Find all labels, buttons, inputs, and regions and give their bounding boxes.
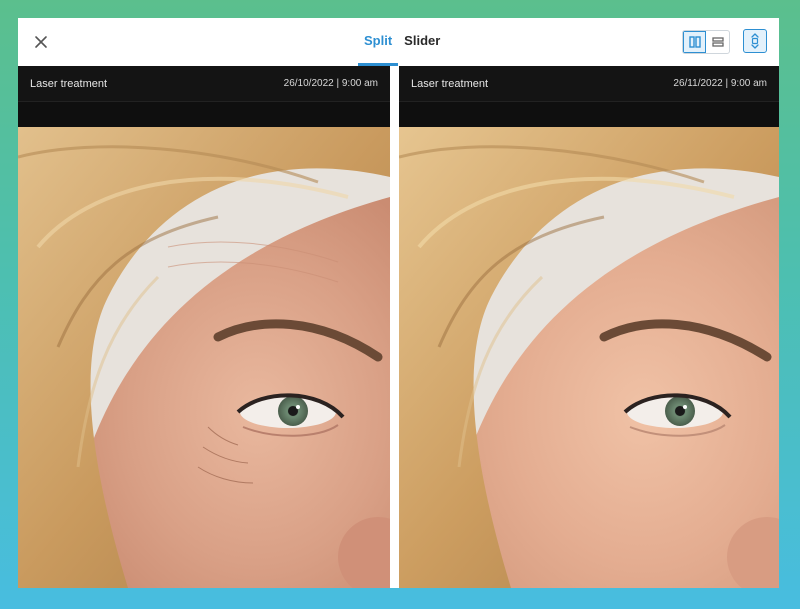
after-photo[interactable]: [399, 127, 779, 588]
close-button[interactable]: [30, 31, 52, 53]
tab-slider[interactable]: Slider: [398, 18, 446, 66]
tab-split[interactable]: Split: [358, 18, 399, 66]
layout-toggle: [682, 30, 730, 54]
split-divider[interactable]: [390, 66, 399, 588]
split-horizontal-icon: [711, 37, 724, 47]
after-treatment-label: Laser treatment: [411, 77, 489, 90]
view-mode-tabs: Split Slider: [358, 18, 446, 66]
before-date-label: 26/10/2022 | 9:00 am: [283, 78, 378, 89]
before-panel-toolbar: [18, 101, 390, 128]
comparison-window: Split Slider Laser treatment 26/10/2022 …: [18, 18, 779, 588]
sync-scroll-icon: [751, 33, 759, 49]
before-treatment-label: Laser treatment: [30, 77, 108, 90]
before-photo[interactable]: [18, 127, 390, 588]
after-panel: Laser treatment 26/11/2022 | 9:00 am: [399, 66, 779, 588]
split-vertical-icon: [688, 36, 701, 48]
split-horizontal-button[interactable]: [706, 31, 729, 53]
sync-scroll-button[interactable]: [743, 29, 767, 53]
before-panel-header: Laser treatment 26/10/2022 | 9:00 am: [18, 66, 390, 101]
after-date-label: 26/11/2022 | 9:00 am: [673, 78, 767, 89]
after-panel-header: Laser treatment 26/11/2022 | 9:00 am: [399, 66, 779, 101]
after-panel-toolbar: [399, 101, 779, 128]
close-icon: [35, 36, 47, 48]
split-vertical-button[interactable]: [683, 31, 707, 53]
before-panel: Laser treatment 26/10/2022 | 9:00 am: [18, 66, 390, 588]
top-bar: Split Slider: [18, 18, 779, 66]
